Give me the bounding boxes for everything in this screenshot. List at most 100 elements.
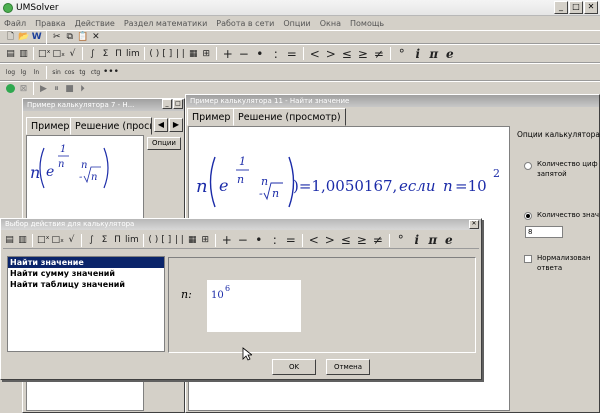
dialog-degree-button[interactable]: °	[393, 233, 409, 248]
dialog-pi-button[interactable]: π	[425, 233, 441, 248]
step-icon[interactable]: ⏵	[76, 81, 89, 96]
sin-button[interactable]: sin	[50, 65, 63, 80]
plus-button[interactable]: +	[220, 46, 236, 61]
dialog-less-button[interactable]: <	[306, 233, 322, 248]
minus-button[interactable]: −	[236, 46, 252, 61]
left-window-maximize[interactable]: □	[173, 99, 183, 109]
ok-button[interactable]: OK	[272, 359, 316, 375]
dialog-multiply-button[interactable]: •	[251, 233, 267, 248]
dialog-limit-icon[interactable]: lim	[124, 233, 140, 248]
cut-icon[interactable]: ✂	[50, 30, 63, 45]
dialog-abs-icon[interactable]: | |	[173, 233, 186, 248]
lg-button[interactable]: lg	[17, 65, 30, 80]
dialog-greater-button[interactable]: >	[322, 233, 338, 248]
dialog-fraction2-icon[interactable]: ▥	[16, 233, 29, 248]
significant-digits-input[interactable]: 8	[525, 226, 563, 238]
menu-windows[interactable]: Окна	[320, 19, 341, 28]
delete-icon[interactable]: ✕	[89, 30, 102, 45]
greater-equal-button[interactable]: ≥	[355, 46, 371, 61]
dialog-grid-icon[interactable]: ⊞	[199, 233, 212, 248]
list-item-find-sum[interactable]: Найти сумму значений	[8, 268, 164, 279]
dialog-sqrt-icon[interactable]: √	[65, 233, 78, 248]
tab-example-main[interactable]: Пример	[187, 108, 236, 126]
divide-button[interactable]: :	[268, 46, 284, 61]
bracket-icon[interactable]: [ ]	[161, 46, 174, 61]
pi-button[interactable]: π	[426, 46, 442, 61]
tab-example[interactable]: Пример	[26, 117, 75, 135]
limit-icon[interactable]: lim	[125, 46, 141, 61]
sum-icon[interactable]: Σ	[99, 46, 112, 61]
menu-edit[interactable]: Правка	[35, 19, 65, 28]
matrix-icon[interactable]: ▦	[187, 46, 200, 61]
paren-icon[interactable]: ( )	[148, 46, 161, 61]
grid-icon[interactable]: ⊞	[200, 46, 213, 61]
dialog-matrix-icon[interactable]: ▦	[186, 233, 199, 248]
menu-math-section[interactable]: Раздел математики	[124, 19, 207, 28]
greater-button[interactable]: >	[323, 46, 339, 61]
power-icon[interactable]: □ˣ	[37, 46, 52, 61]
tg-button[interactable]: tg	[76, 65, 89, 80]
ln-button[interactable]: ln	[30, 65, 43, 80]
menu-file[interactable]: Файл	[4, 19, 26, 28]
list-item-find-value[interactable]: Найти значение	[8, 257, 164, 268]
more-functions-button[interactable]: •••	[102, 65, 120, 80]
copy-icon[interactable]: ⧉	[63, 30, 76, 45]
less-equal-button[interactable]: ≤	[339, 46, 355, 61]
dialog-index-icon[interactable]: □ₓ	[51, 233, 66, 248]
tab-solution-view[interactable]: Решение (просм	[70, 117, 152, 135]
euler-button[interactable]: e	[442, 46, 458, 61]
fraction2-icon[interactable]: ▥	[17, 46, 30, 61]
dialog-imaginary-button[interactable]: i	[409, 233, 425, 248]
menu-action[interactable]: Действие	[75, 19, 115, 28]
normalize-checkbox[interactable]	[524, 255, 532, 263]
open-file-icon[interactable]: 📂	[17, 30, 30, 45]
tab-solution-view-main[interactable]: Решение (просмотр)	[233, 108, 346, 126]
sqrt-icon[interactable]: √	[66, 46, 79, 61]
dialog-fraction-icon[interactable]: ▤	[3, 233, 16, 248]
dialog-euler-button[interactable]: e	[441, 233, 457, 248]
stop-icon[interactable]: ⊠	[17, 81, 30, 96]
imaginary-button[interactable]: i	[410, 46, 426, 61]
list-item-find-table[interactable]: Найти таблицу значений	[8, 279, 164, 290]
left-options-button[interactable]: Опции	[147, 137, 181, 150]
word-icon[interactable]: W	[30, 30, 43, 45]
dialog-not-equal-button[interactable]: ≠	[370, 233, 386, 248]
minimize-button[interactable]: _	[554, 1, 568, 14]
product-icon[interactable]: Π	[112, 46, 125, 61]
dialog-less-equal-button[interactable]: ≤	[338, 233, 354, 248]
option-significant-radio[interactable]	[524, 212, 532, 220]
dialog-paren-icon[interactable]: ( )	[147, 233, 160, 248]
tab-scroll-right-button[interactable]: ▶	[169, 118, 183, 132]
degree-button[interactable]: °	[394, 46, 410, 61]
equals-button[interactable]: =	[284, 46, 300, 61]
cancel-button[interactable]: Отмена	[326, 359, 370, 375]
dialog-integral-icon[interactable]: ∫	[85, 233, 98, 248]
dialog-minus-button[interactable]: −	[235, 233, 251, 248]
dialog-equals-button[interactable]: =	[283, 233, 299, 248]
log-button[interactable]: log	[4, 65, 17, 80]
close-button[interactable]: ✕	[584, 1, 598, 14]
dialog-power-icon[interactable]: □ˣ	[36, 233, 51, 248]
abs-icon[interactable]: | |	[174, 46, 187, 61]
dialog-plus-button[interactable]: +	[219, 233, 235, 248]
not-equal-button[interactable]: ≠	[371, 46, 387, 61]
menu-network[interactable]: Работа в сети	[216, 19, 274, 28]
less-button[interactable]: <	[307, 46, 323, 61]
dialog-divide-button[interactable]: :	[267, 233, 283, 248]
multiply-button[interactable]: •	[252, 46, 268, 61]
left-window-minimize[interactable]: _	[162, 99, 172, 109]
menu-help[interactable]: Помощь	[350, 19, 384, 28]
integral-icon[interactable]: ∫	[86, 46, 99, 61]
ctg-button[interactable]: ctg	[89, 65, 102, 80]
cos-button[interactable]: cos	[63, 65, 76, 80]
play-icon[interactable]: ▶	[37, 81, 50, 96]
dialog-sum-icon[interactable]: Σ	[98, 233, 111, 248]
dialog-product-icon[interactable]: Π	[111, 233, 124, 248]
stop2-icon[interactable]: ■	[63, 81, 76, 96]
dialog-greater-equal-button[interactable]: ≥	[354, 233, 370, 248]
variable-value-input[interactable]: 10 6	[207, 280, 301, 332]
menu-options[interactable]: Опции	[283, 19, 310, 28]
option-digits-radio[interactable]	[524, 162, 532, 170]
paste-icon[interactable]: 📋	[76, 30, 89, 45]
maximize-button[interactable]: □	[569, 1, 583, 14]
